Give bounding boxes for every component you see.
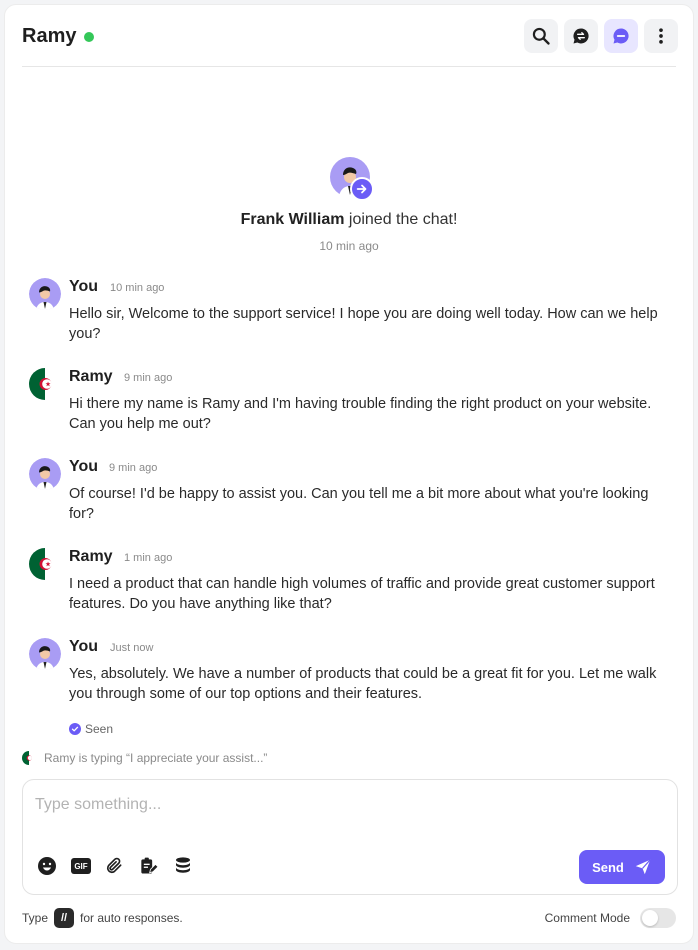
emoji-button[interactable] [37,856,57,876]
attachment-icon [106,857,122,874]
message-item: You 10 min ago Hello sir, Welcome to the… [29,278,673,342]
conversations-button[interactable] [564,19,598,53]
more-button[interactable] [644,19,678,53]
comment-button[interactable] [604,19,638,53]
message-time: 9 min ago [124,372,173,384]
message-time: 10 min ago [110,282,165,294]
chat-header: Ramy [22,5,678,67]
gif-icon: GIF [71,858,91,874]
message-text: I need a product that can handle high vo… [69,576,655,612]
emoji-icon [38,857,56,875]
algeria-flag-avatar [29,368,61,400]
comment-mode-control: Comment Mode [545,908,676,928]
database-icon [176,857,190,873]
comment-icon [613,28,629,44]
chat-panel: Ramy Frank William joined the chat! 10 m… [4,4,694,944]
more-icon [659,28,663,44]
type-label: Type [22,911,49,925]
message-item: Ramy 9 min ago Hi there my name is Ramy … [29,368,673,432]
message-text: Hello sir, Welcome to the support servic… [69,306,658,342]
database-button[interactable] [173,856,193,876]
sender-name: You [69,638,99,655]
message-item: You Just now Yes, absolutely. We have a … [29,638,673,738]
notes-icon [141,857,158,874]
chat-icon [573,28,589,44]
notes-button[interactable] [138,856,158,876]
contact-name: Ramy [22,25,77,47]
auto-response-hint: Type // for auto responses. [22,908,183,928]
seen-check-icon [69,723,81,735]
attachment-button[interactable] [104,856,124,876]
join-message: Frank William joined the chat! [5,211,693,229]
algeria-flag-icon [22,751,36,765]
message-item: You 9 min ago Of course! I'd be happy to… [29,458,673,522]
message-text: Yes, absolutely. We have a number of pro… [69,666,657,702]
seen-status: Seen [69,722,113,736]
joined-suffix: joined the chat! [344,211,458,228]
search-icon [532,27,550,45]
comment-mode-label: Comment Mode [544,911,630,925]
online-status-dot [84,32,94,42]
sender-name: You [69,278,99,295]
sender-name: You [69,458,99,475]
message-time: 1 min ago [124,552,173,564]
send-label: Send [592,859,624,875]
send-button[interactable]: Send [579,850,665,884]
avatar [29,458,61,490]
message-time: 9 min ago [109,462,158,474]
avatar [29,278,61,310]
gif-button[interactable]: GIF [70,856,92,876]
join-time: 10 min ago [319,239,379,253]
gif-label: GIF [74,861,88,871]
send-icon [635,859,651,875]
join-arrow-icon [350,177,374,201]
typing-text: Ramy is typing “I appreciate your assist… [44,751,268,765]
toggle-knob [642,910,658,926]
joined-user-name: Frank William [240,211,345,228]
auto-response-label: for auto responses. [80,911,183,925]
message-input[interactable] [35,792,655,818]
message-text: Of course! I'd be happy to assist you. C… [69,486,649,522]
message-time: Just now [110,642,154,654]
comment-mode-toggle[interactable] [640,908,676,928]
shortcut-key: // [54,908,75,928]
algeria-flag-avatar [29,548,61,580]
seen-label: Seen [85,722,114,736]
message-composer: GIF Send [22,779,678,895]
search-button[interactable] [524,19,558,53]
typing-indicator: Ramy is typing “I appreciate your assist… [22,751,267,765]
sender-name: Ramy [69,368,113,385]
sender-name: Ramy [69,548,113,565]
avatar [29,638,61,670]
message-item: Ramy 1 min ago I need a product that can… [29,548,673,612]
message-text: Hi there my name is Ramy and I'm having … [69,396,652,432]
